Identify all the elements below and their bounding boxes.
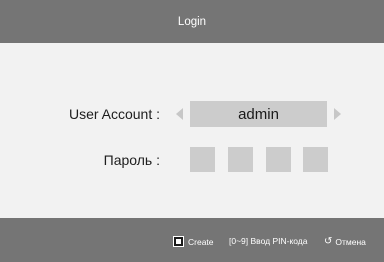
pin-digit-3[interactable]	[266, 147, 291, 172]
create-label: Create	[188, 236, 214, 247]
pin-digit-2[interactable]	[228, 147, 253, 172]
account-value: admin	[238, 105, 279, 123]
footer-hints: Create [0~9] Ввод PIN-кода ↺ Отмена	[0, 218, 384, 262]
cancel-label: Отмена	[335, 236, 366, 247]
return-icon: ↺	[324, 236, 333, 247]
a-button-icon	[173, 236, 184, 247]
login-screen: Login User Account : admin Пароль : Crea…	[0, 0, 384, 262]
password-label: Пароль :	[103, 152, 160, 168]
cancel-hint[interactable]: ↺ Отмена	[324, 236, 366, 247]
create-hint[interactable]: Create	[173, 236, 214, 247]
pin-digit-4[interactable]	[303, 147, 328, 172]
page-title: Login	[177, 15, 207, 28]
account-label: User Account :	[68, 106, 160, 122]
arrow-left-icon[interactable]	[176, 108, 183, 120]
title-bar: Login	[0, 0, 384, 43]
pin-hint-label: [0~9] Ввод PIN-кода	[229, 236, 308, 246]
login-form: User Account : admin Пароль :	[0, 43, 384, 218]
arrow-right-icon[interactable]	[334, 108, 341, 120]
pin-digit-1[interactable]	[190, 147, 215, 172]
account-selector[interactable]: admin	[190, 101, 327, 127]
pin-entry-hint: [0~9] Ввод PIN-кода	[229, 236, 308, 246]
